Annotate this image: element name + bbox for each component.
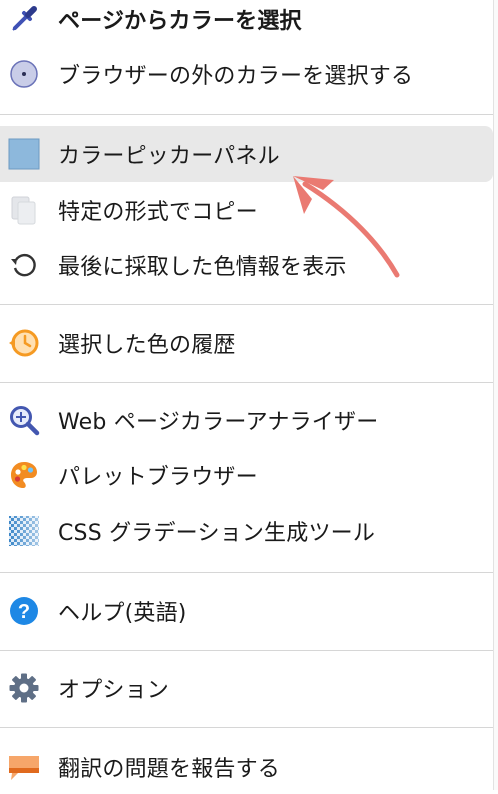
menu-item-label: ブラウザーの外のカラーを選択する (58, 64, 414, 89)
menu-item-label: パレットブラウザー (58, 465, 258, 490)
menu-item-label: オプション (58, 678, 170, 703)
eyedropper-icon (8, 3, 40, 35)
menu-item-label: 翻訳の問題を報告する (58, 757, 281, 782)
menu-separator (0, 650, 493, 651)
menu-item-report-translation[interactable]: 翻訳の問題を報告する (0, 740, 493, 794)
copy-icon (8, 194, 40, 226)
menu-item-css-gradient-generator[interactable]: CSS グラデーション生成ツール (0, 504, 493, 558)
menu-item-label: 最後に採取した色情報を表示 (58, 255, 347, 280)
menu-separator (0, 572, 493, 573)
menu-item-last-color-info[interactable]: 最後に採取した色情報を表示 (0, 238, 493, 292)
palette-icon (8, 459, 40, 491)
menu-item-pick-outside-browser[interactable]: ブラウザーの外のカラーを選択する (0, 47, 493, 101)
menu-item-label: Web ページカラーアナライザー (58, 410, 379, 435)
menu-item-pick-from-page[interactable]: ページからカラーを選択 (0, 0, 493, 46)
clock-icon (8, 327, 40, 359)
menu-item-label: ヘルプ(英語) (58, 601, 187, 626)
menu-item-label: CSS グラデーション生成ツール (58, 521, 376, 546)
menu-item-color-picker-panel[interactable]: カラーピッカーパネル (0, 126, 493, 182)
menu-item-label: 選択した色の履歴 (58, 333, 236, 358)
menu-item-label: ページからカラーを選択 (58, 9, 302, 34)
gradient-icon (8, 515, 40, 547)
menu-separator (0, 382, 493, 383)
window-edge (493, 0, 498, 790)
color-disc-icon (8, 58, 40, 90)
gear-icon (8, 672, 40, 704)
history-arrow-icon (8, 249, 40, 281)
menu-separator (0, 727, 493, 728)
context-menu: ページからカラーを選択 ブラウザーの外のカラーを選択する カラーピッカーパネル (0, 0, 493, 790)
speech-bubble-icon (8, 751, 40, 783)
menu-item-copy-format[interactable]: 特定の形式でコピー (0, 183, 493, 237)
svg-text:?: ? (18, 601, 30, 623)
menu-item-options[interactable]: オプション (0, 661, 493, 715)
menu-item-help[interactable]: ? ヘルプ(英語) (0, 584, 493, 638)
menu-item-label: 特定の形式でコピー (58, 200, 258, 225)
menu-separator (0, 114, 493, 115)
magnifier-icon (8, 404, 40, 436)
color-swatch-icon (8, 138, 40, 170)
menu-separator (0, 304, 493, 305)
menu-item-color-history[interactable]: 選択した色の履歴 (0, 316, 493, 370)
menu-item-web-page-color-analyzer[interactable]: Web ページカラーアナライザー (0, 393, 493, 447)
menu-item-palette-browser[interactable]: パレットブラウザー (0, 448, 493, 502)
help-icon: ? (8, 595, 40, 627)
menu-item-label: カラーピッカーパネル (58, 144, 280, 169)
